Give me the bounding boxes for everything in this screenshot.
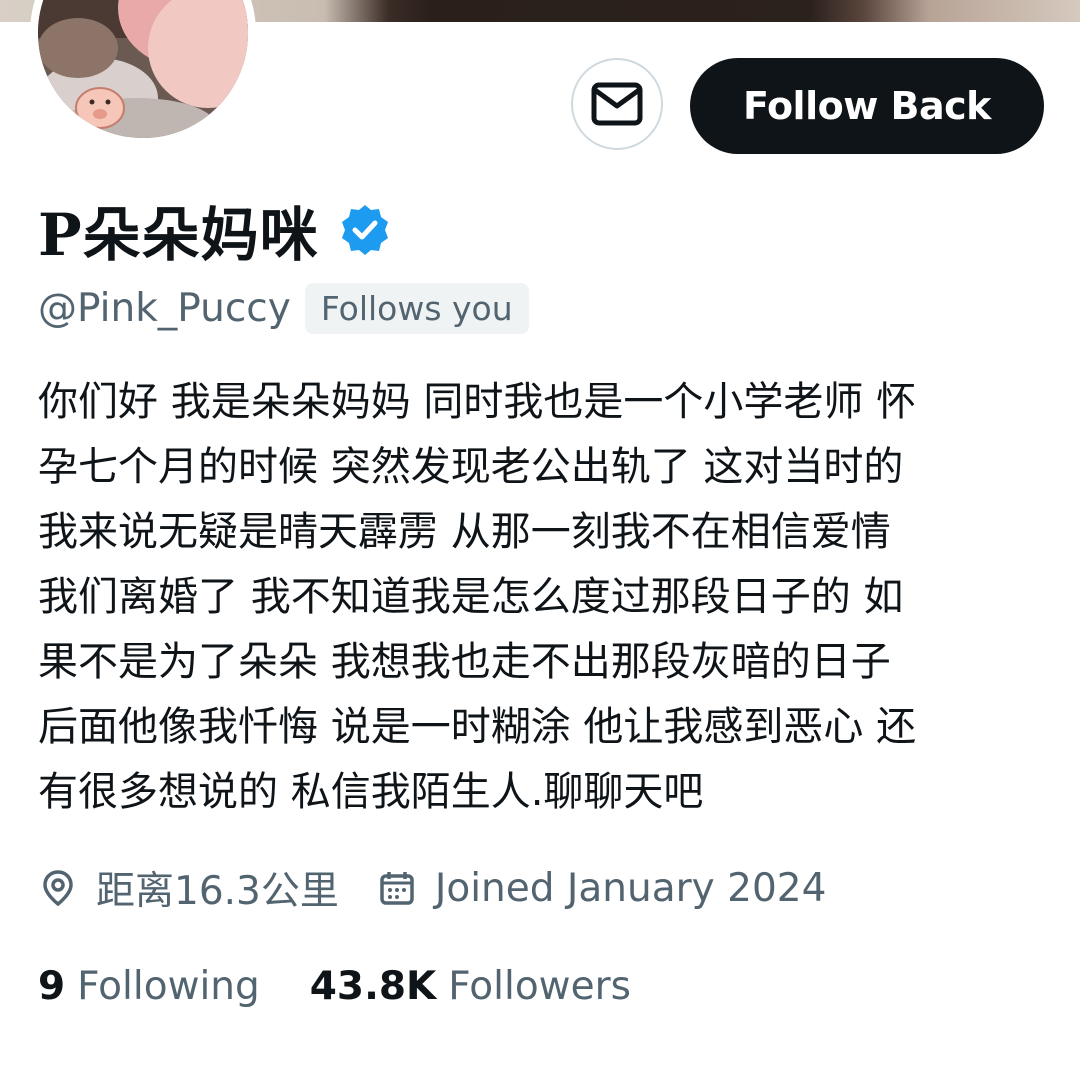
follow-stats: 9 Following 43.8K Followers (38, 956, 631, 1016)
location-pin-icon (43, 870, 73, 907)
location-item: 距离16.3公里 (38, 860, 339, 916)
calendar-icon (380, 872, 414, 905)
verified-badge-icon[interactable] (337, 202, 393, 258)
handle-row: @Pink_Puccy Follows you (38, 278, 529, 338)
follows-you-badge: Follows you (304, 282, 529, 334)
followers-link[interactable]: 43.8K Followers (310, 964, 631, 1009)
followers-label: Followers (448, 963, 631, 1009)
joined-text: Joined January 2024 (434, 865, 827, 911)
user-handle: @Pink_Puccy (38, 285, 291, 331)
profile-bio: 你们好 我是朵朵妈妈 同时我也是一个小学老师 怀 孕七个月的时候 突然发现老公出… (38, 379, 917, 815)
name-row: P朵朵妈咪 (38, 192, 393, 269)
display-name: P朵朵妈咪 (38, 201, 319, 269)
following-count: 9 (38, 963, 66, 1009)
location-text: 距离16.3公里 (96, 869, 339, 914)
profile-meta: 距离16.3公里 Joined January 2024 (38, 858, 826, 918)
following-link[interactable]: 9 Following (38, 964, 260, 1009)
follow-back-label: Follow Back (743, 84, 991, 128)
envelope-icon (591, 82, 643, 126)
avatar-ring (30, 0, 256, 146)
joined-item: Joined January 2024 (377, 865, 827, 911)
profile-page: Follow Back P朵朵妈咪 @Pink_Puccy Follows yo… (0, 0, 1080, 1080)
message-button[interactable] (571, 58, 663, 150)
avatar[interactable] (38, 0, 248, 138)
follow-back-button[interactable]: Follow Back (690, 58, 1044, 154)
following-label: Following (77, 963, 260, 1009)
followers-count: 43.8K (309, 963, 437, 1009)
